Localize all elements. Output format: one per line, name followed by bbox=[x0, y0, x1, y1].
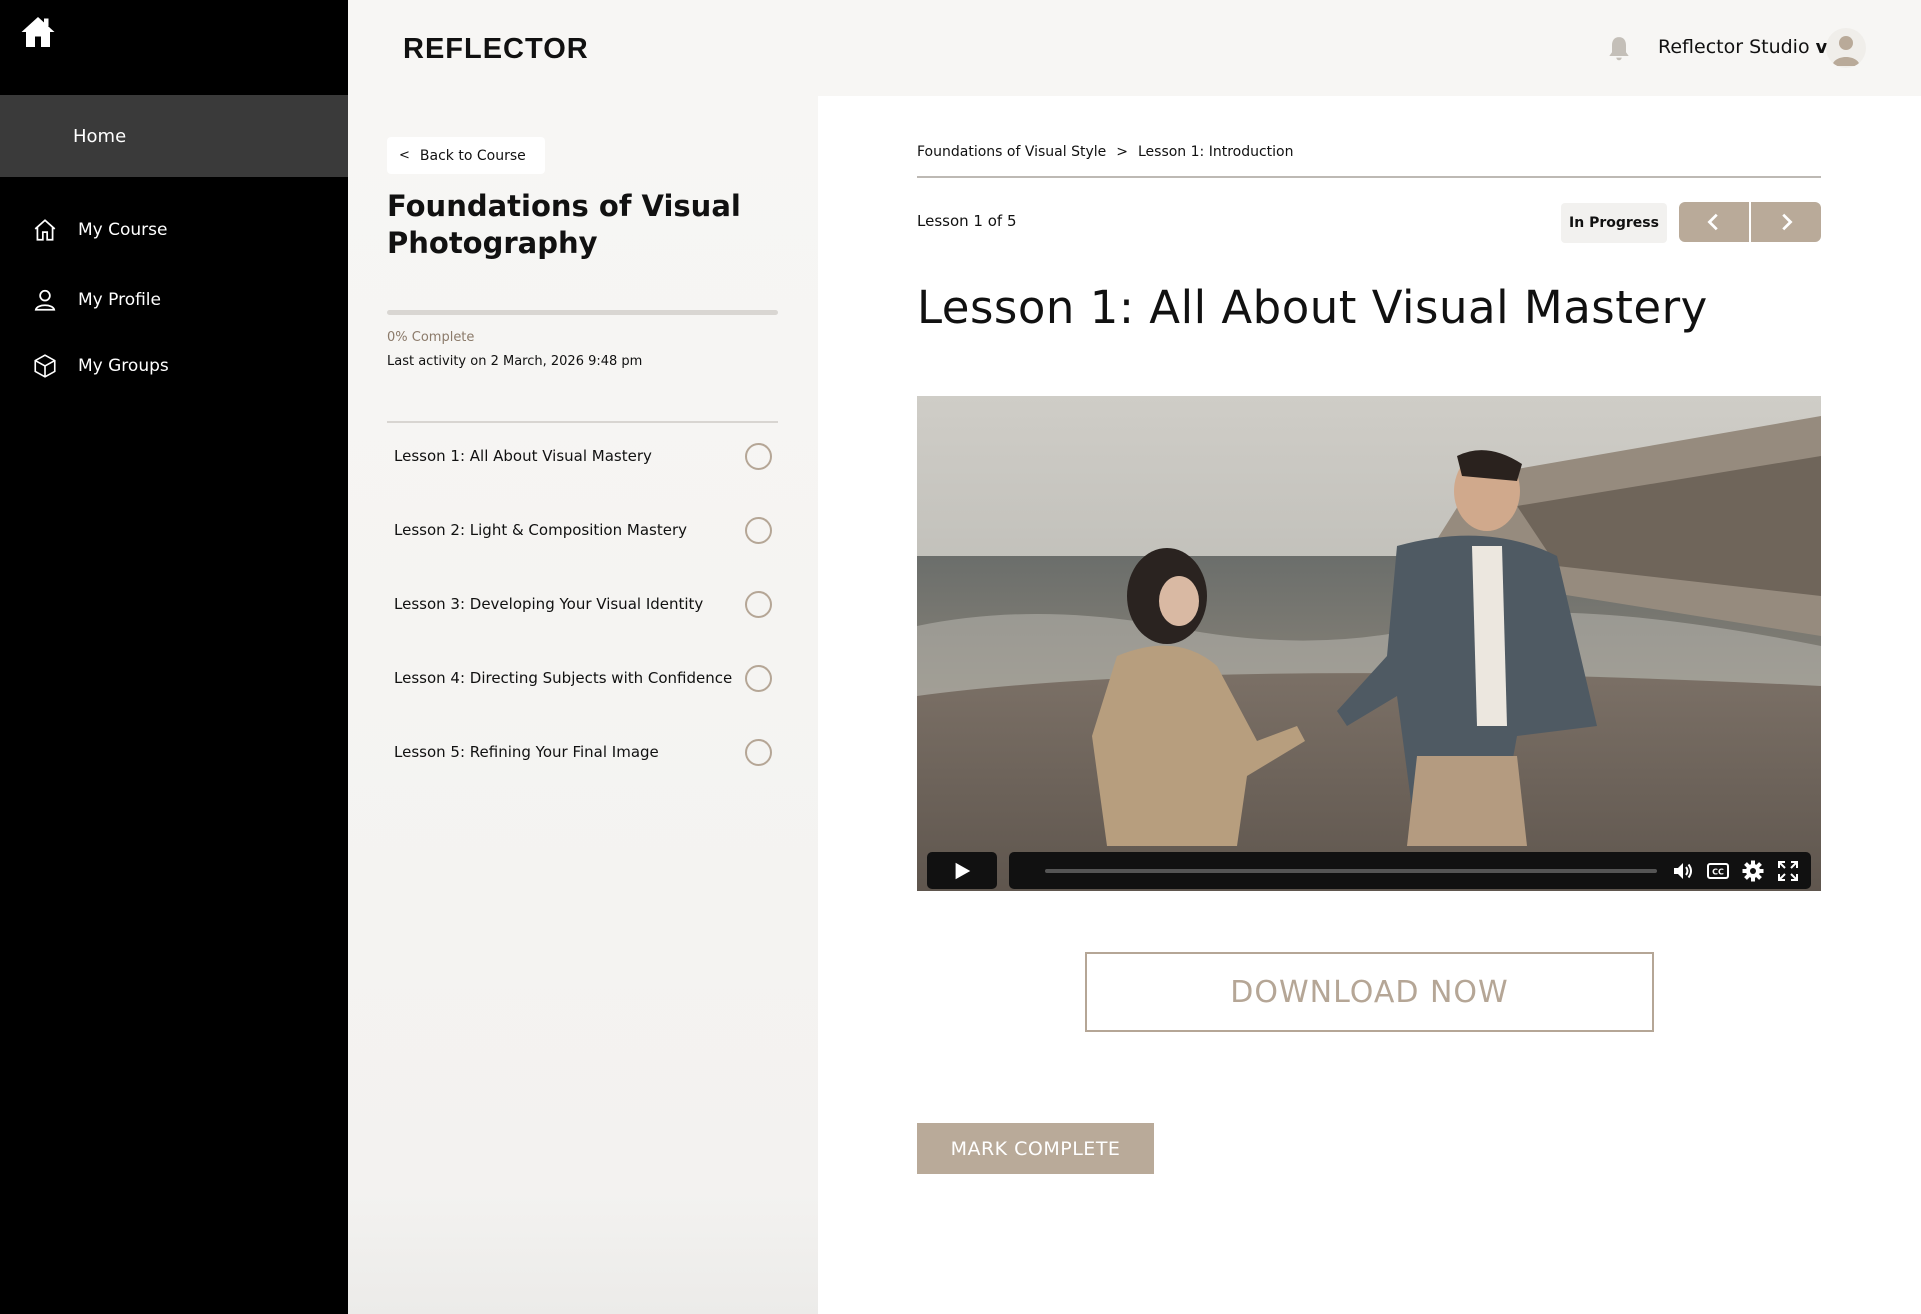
avatar[interactable] bbox=[1826, 28, 1866, 68]
status-badge: In Progress bbox=[1561, 203, 1667, 243]
chevron-left-icon: < bbox=[399, 148, 410, 163]
breadcrumb-current: Lesson 1: Introduction bbox=[1137, 144, 1294, 160]
sidebar-item-label: My Profile bbox=[78, 290, 161, 310]
progress-percent: 0% Complete bbox=[387, 330, 475, 345]
lesson-item-4[interactable]: Lesson 4: Directing Subjects with Confid… bbox=[387, 658, 778, 698]
lesson-item-label: Lesson 5: Refining Your Final Image bbox=[394, 743, 659, 761]
previous-lesson-button[interactable] bbox=[1679, 202, 1749, 242]
video-scrubber[interactable] bbox=[1045, 869, 1657, 873]
chevron-right-icon bbox=[1782, 213, 1793, 231]
last-activity: Last activity on 2 March, 2026 9:48 pm bbox=[387, 354, 643, 369]
lesson-status-circle-icon bbox=[745, 664, 772, 692]
brand-logo[interactable]: REFLECTOR bbox=[403, 33, 589, 66]
sidebar-item-label: Home bbox=[73, 125, 127, 147]
video-controls: CC bbox=[917, 848, 1821, 891]
home-icon[interactable] bbox=[20, 14, 56, 50]
lesson-status-circle-icon bbox=[745, 590, 772, 618]
lesson-item-1[interactable]: Lesson 1: All About Visual Mastery bbox=[387, 436, 778, 476]
course-panel: < Back to Course Foundations of Visual P… bbox=[348, 96, 818, 1314]
sidebar-item-my-course[interactable]: My Course bbox=[32, 213, 167, 247]
chevron-left-icon bbox=[1707, 213, 1718, 231]
user-avatar-icon bbox=[1832, 36, 1860, 66]
breadcrumb: Foundations of Visual Style > Lesson 1: … bbox=[917, 144, 1293, 160]
top-header: REFLECTOR Reflector Studio v bbox=[348, 0, 1921, 96]
download-button[interactable]: DOWNLOAD NOW bbox=[1085, 952, 1654, 1032]
mark-complete-button[interactable]: MARK COMPLETE bbox=[917, 1123, 1154, 1174]
back-to-course-label: Back to Course bbox=[419, 147, 526, 164]
settings-gear-icon[interactable] bbox=[1741, 859, 1765, 883]
play-button[interactable] bbox=[927, 852, 997, 889]
lesson-content: Foundations of Visual Style > Lesson 1: … bbox=[818, 96, 1921, 1314]
next-lesson-button[interactable] bbox=[1751, 202, 1821, 242]
lesson-item-2[interactable]: Lesson 2: Light & Composition Mastery bbox=[387, 510, 778, 550]
sidebar-item-home[interactable]: Home bbox=[0, 95, 348, 177]
lesson-item-3[interactable]: Lesson 3: Developing Your Visual Identit… bbox=[387, 584, 778, 624]
account-menu[interactable]: Reflector Studio v bbox=[1658, 36, 1827, 58]
lesson-item-5[interactable]: Lesson 5: Refining Your Final Image bbox=[387, 732, 778, 772]
video-control-bar: CC bbox=[1009, 852, 1811, 889]
divider bbox=[917, 176, 1821, 178]
course-title: Foundations of Visual Photography bbox=[387, 189, 741, 260]
lesson-item-label: Lesson 3: Developing Your Visual Identit… bbox=[394, 595, 704, 613]
lesson-status-circle-icon bbox=[745, 516, 772, 544]
play-icon bbox=[955, 862, 971, 879]
lesson-status-circle-icon bbox=[745, 738, 772, 766]
lesson-count: Lesson 1 of 5 bbox=[917, 212, 1017, 230]
lesson-item-label: Lesson 2: Light & Composition Mastery bbox=[394, 521, 687, 539]
sidebar-item-my-profile[interactable]: My Profile bbox=[32, 283, 161, 317]
volume-icon[interactable] bbox=[1671, 859, 1695, 883]
user-icon bbox=[34, 289, 56, 311]
lesson-item-label: Lesson 1: All About Visual Mastery bbox=[394, 447, 652, 465]
sidebar-item-label: My Groups bbox=[78, 356, 169, 376]
sidebar-item-label: My Course bbox=[78, 220, 168, 240]
breadcrumb-separator: > bbox=[1116, 144, 1128, 160]
bell-icon[interactable] bbox=[1606, 35, 1632, 63]
captions-icon[interactable]: CC bbox=[1706, 859, 1730, 883]
video-thumbnail bbox=[917, 396, 1821, 891]
video-player[interactable]: CC bbox=[917, 396, 1821, 891]
fullscreen-icon[interactable] bbox=[1776, 859, 1800, 883]
svg-text:CC: CC bbox=[1712, 868, 1724, 877]
course-progress-bar bbox=[387, 310, 778, 315]
divider bbox=[387, 421, 778, 423]
lesson-item-label: Lesson 4: Directing Subjects with Confid… bbox=[394, 669, 733, 687]
back-to-course-button[interactable]: < Back to Course bbox=[387, 137, 545, 174]
cube-icon bbox=[34, 354, 56, 378]
breadcrumb-course-link[interactable]: Foundations of Visual Style bbox=[917, 144, 1106, 160]
lesson-status-circle-icon bbox=[745, 442, 772, 470]
account-name: Reflector Studio bbox=[1658, 36, 1810, 58]
home-outline-icon bbox=[34, 219, 56, 241]
lesson-title: Lesson 1: All About Visual Mastery bbox=[917, 281, 1708, 334]
sidebar: Home My Course My Profile My Groups bbox=[0, 0, 348, 1314]
sidebar-item-my-groups[interactable]: My Groups bbox=[32, 349, 169, 383]
